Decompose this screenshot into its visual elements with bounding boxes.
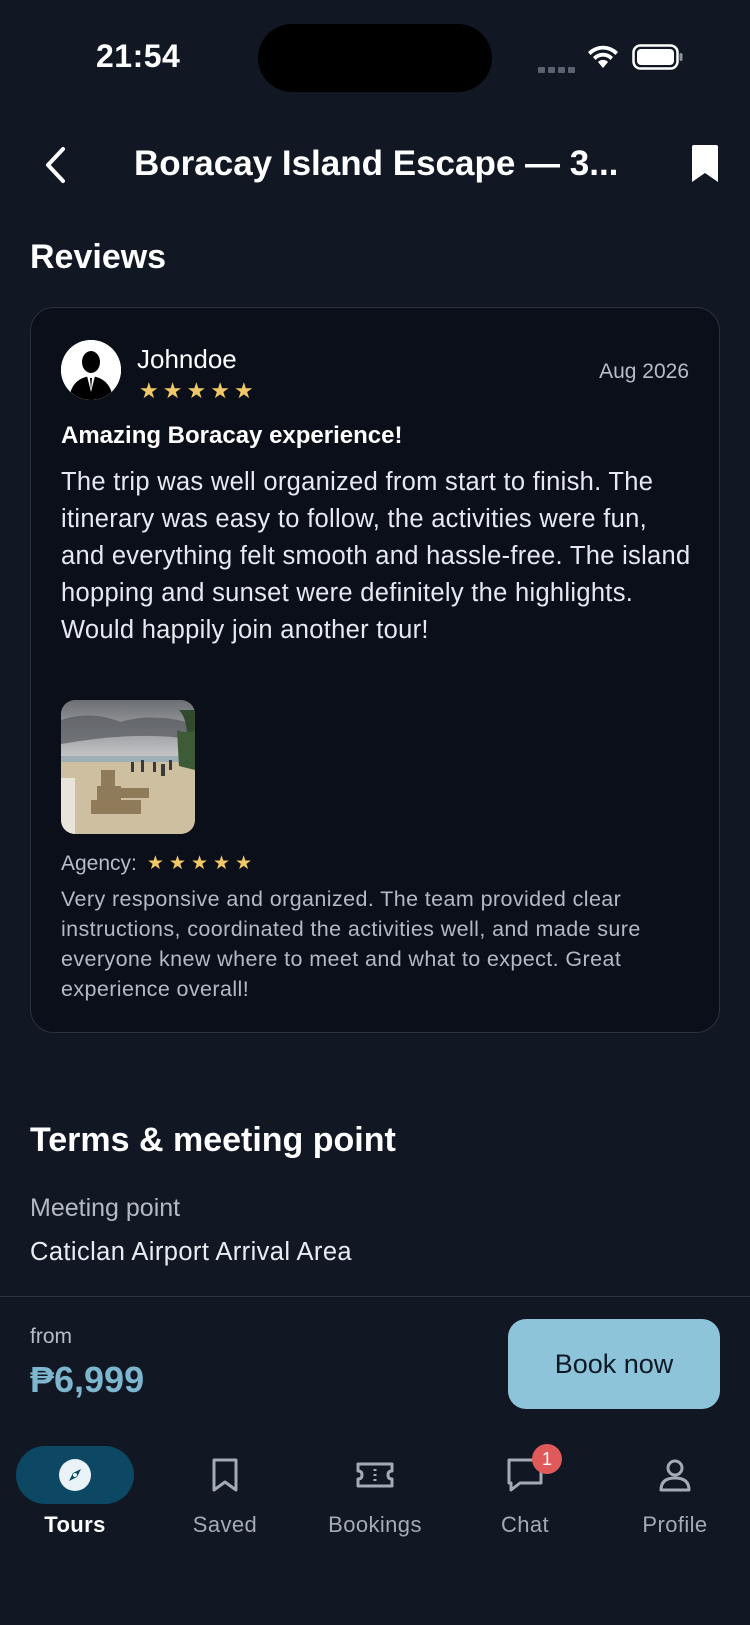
compass-icon [59, 1459, 91, 1491]
tab-saved[interactable]: Saved [150, 1446, 300, 1556]
bookmark-icon [212, 1458, 238, 1492]
dynamic-island [258, 24, 492, 92]
star-icon: ★ [146, 853, 164, 874]
tab-label: Profile [642, 1512, 708, 1537]
page-title: Boracay Island Escape — 3... [134, 144, 619, 183]
reviews-section-title: Reviews [30, 238, 167, 276]
star-icon: ★ [162, 378, 183, 403]
review-card: Johndoe ★ ★ ★ ★ ★ Aug 2026 Amazing Borac… [30, 307, 720, 1033]
chat-unread-badge: 1 [532, 1444, 562, 1474]
agency-label: Agency: [61, 852, 137, 875]
reviewer-name: Johndoe [137, 344, 237, 374]
user-silhouette-icon [61, 340, 121, 400]
status-time: 21:54 [96, 38, 181, 74]
status-bar: 21:54 [0, 0, 750, 116]
ticket-icon [356, 1462, 394, 1488]
star-icon: ★ [190, 853, 209, 874]
book-now-button[interactable]: Book now [508, 1319, 720, 1409]
tab-tours[interactable]: Tours [0, 1446, 150, 1556]
meeting-point-label: Meeting point [30, 1194, 181, 1222]
star-icon: ★ [235, 853, 253, 874]
star-icon: ★ [186, 378, 207, 403]
booking-bar: from ₱6,999 Book now [0, 1296, 750, 1426]
agency-review-body: Very responsive and organized. The team … [61, 887, 641, 1001]
bottom-tab-bar: Tours Saved Bookings 1 Chat Profile [0, 1426, 750, 1625]
tab-label: Saved [192, 1512, 258, 1537]
tab-bookings[interactable]: Bookings [300, 1446, 450, 1556]
star-icon: ★ [213, 853, 231, 874]
star-icon: ★ [233, 378, 254, 403]
star-icon: ★ [168, 853, 186, 874]
review-body: The trip was well organized from start t… [61, 468, 691, 644]
terms-section-title: Terms & meeting point [30, 1121, 396, 1159]
review-title: Amazing Boracay experience! [61, 422, 403, 449]
chevron-left-icon [46, 147, 65, 183]
bookmark-button[interactable] [688, 144, 722, 184]
agency-rating: ★ ★ ★ ★ ★ [147, 853, 252, 875]
star-icon: ★ [139, 378, 159, 403]
tab-chat[interactable]: 1 Chat [450, 1444, 600, 1556]
battery-icon [632, 44, 683, 70]
avatar [61, 340, 121, 400]
back-button[interactable] [30, 140, 80, 190]
tab-profile[interactable]: Profile [600, 1446, 750, 1556]
person-icon [659, 1459, 691, 1492]
signal-icon [538, 60, 578, 78]
tab-label: Tours [44, 1512, 106, 1537]
beach-photo-image [61, 700, 195, 834]
wifi-icon [588, 45, 618, 68]
price-from-label: from [30, 1325, 72, 1348]
star-icon: ★ [210, 378, 230, 403]
review-date: Aug 2026 [599, 360, 689, 383]
agency-rating-row: Agency: ★ ★ ★ ★ ★ [61, 852, 252, 876]
meeting-point-value: Caticlan Airport Arrival Area [30, 1238, 352, 1266]
review-photo[interactable] [61, 700, 195, 834]
review-rating: ★ ★ ★ ★ ★ [139, 380, 254, 402]
tab-label: Bookings [328, 1512, 422, 1537]
nav-header: Boracay Island Escape — 3... [0, 130, 750, 206]
price-value: ₱6,999 [30, 1359, 145, 1400]
tab-label: Chat [500, 1512, 550, 1537]
